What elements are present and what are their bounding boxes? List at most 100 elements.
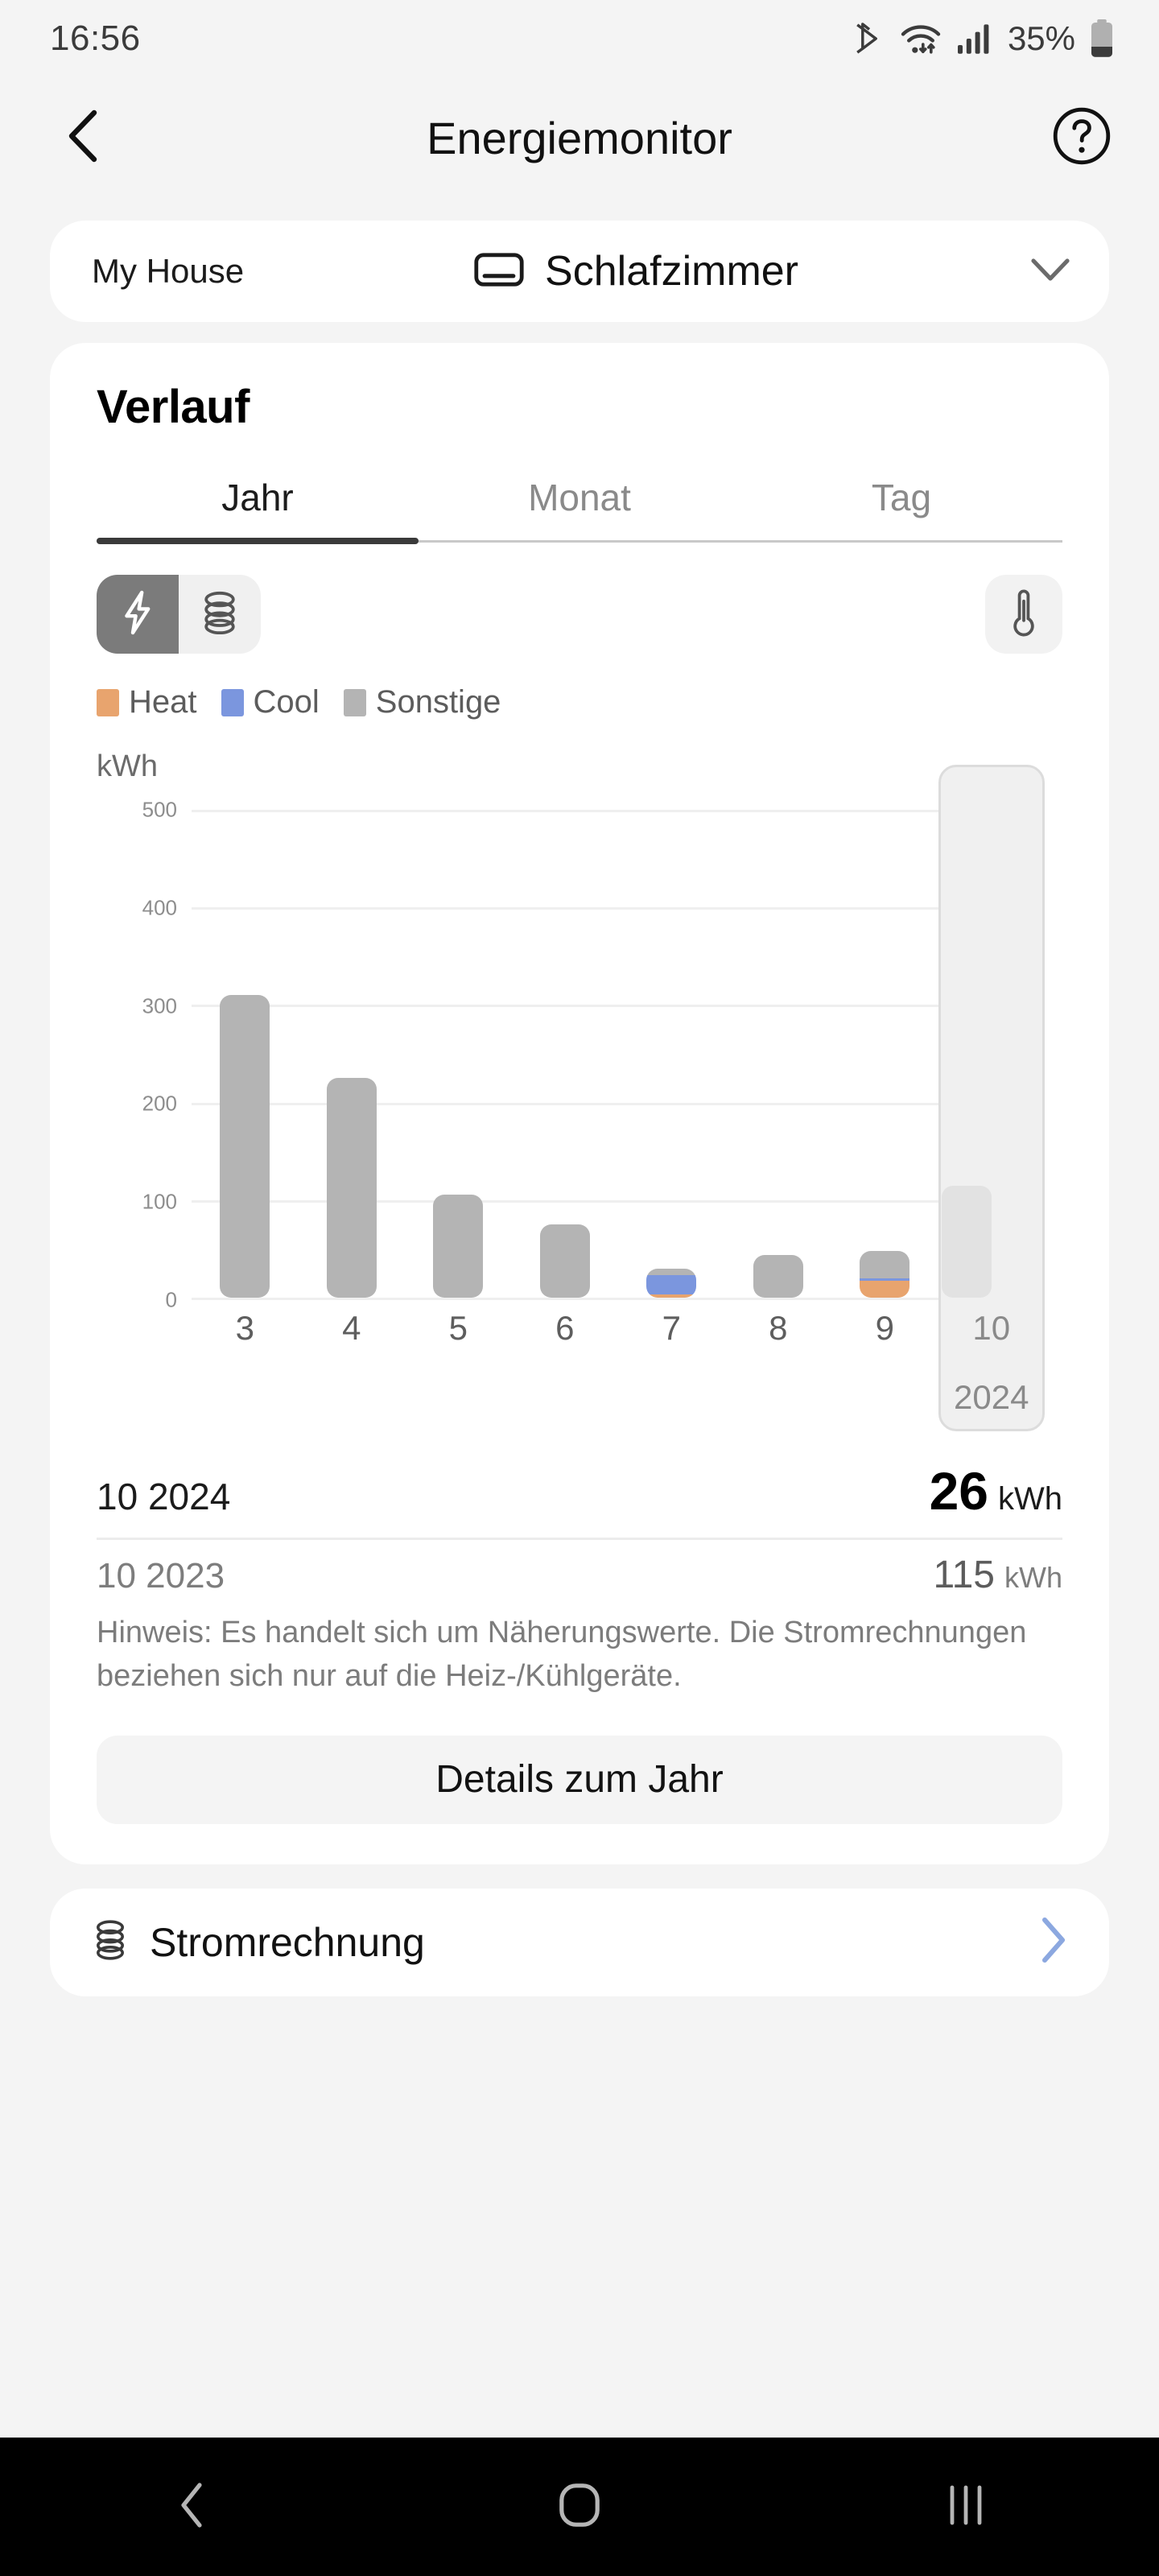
summary-previous-label: 10 2023 <box>97 1556 225 1596</box>
bill-label: Stromrechnung <box>150 1919 425 1965</box>
bar-segment-sonstige <box>539 1224 590 1298</box>
chart-toolbar <box>50 575 1109 654</box>
signal-icon <box>956 23 990 55</box>
summary-current-unit: kWh <box>998 1481 1062 1517</box>
stacked-bar[interactable] <box>539 1224 590 1298</box>
tab-monat[interactable]: Monat <box>419 476 740 540</box>
system-nav-bar <box>0 2438 1159 2576</box>
nav-home-button[interactable] <box>519 2462 640 2551</box>
tab-tag[interactable]: Tag <box>740 476 1062 540</box>
details-button[interactable]: Details zum Jahr <box>97 1735 1062 1824</box>
y-axis-tick: 200 <box>142 1091 177 1116</box>
chart-bar-slot[interactable] <box>299 810 406 1298</box>
electricity-bill-row[interactable]: Stromrechnung <box>50 1888 1109 1996</box>
bar-segment-sonstige <box>860 1250 910 1278</box>
chevron-left-icon <box>60 108 105 168</box>
page-title: Energiemonitor <box>427 112 732 163</box>
legend-item-heat: Heat <box>97 684 197 720</box>
temperature-button[interactable] <box>985 575 1062 654</box>
section-title: Verlauf <box>97 381 250 433</box>
chevron-down-icon[interactable] <box>1029 256 1072 287</box>
back-button[interactable] <box>47 101 119 174</box>
bar-segment-sonstige <box>326 1078 377 1298</box>
x-axis-label[interactable]: 3 <box>192 1298 299 1359</box>
legend-item-sonstige: Sonstige <box>343 684 501 720</box>
bar-segment-sonstige <box>433 1194 484 1298</box>
mode-toggle-group <box>97 575 261 654</box>
legend-label-cool: Cool <box>253 684 320 720</box>
energy-mode-button[interactable] <box>97 575 179 654</box>
room-selector[interactable]: My House Schlafzimmer <box>50 221 1109 322</box>
x-axis-label[interactable]: 8 <box>725 1298 832 1359</box>
stacked-bar[interactable] <box>646 1268 697 1298</box>
bar-segment-sonstige <box>646 1268 697 1276</box>
stacked-bar[interactable] <box>753 1254 803 1298</box>
status-bar: 16:56 35% <box>0 0 1159 77</box>
nav-recents-button[interactable] <box>905 2462 1026 2551</box>
x-axis-label[interactable]: 4 <box>299 1298 406 1359</box>
help-button[interactable] <box>1050 105 1114 170</box>
stacked-bar[interactable] <box>220 995 270 1298</box>
thermometer-icon <box>1010 588 1037 642</box>
chart-bar-slot[interactable] <box>725 810 832 1298</box>
stacked-bar[interactable] <box>860 1250 910 1298</box>
legend-swatch-sonstige <box>343 688 366 716</box>
legend-item-cool: Cool <box>221 684 320 720</box>
chart-bar-slot[interactable] <box>618 810 725 1298</box>
legend-label-sonstige: Sonstige <box>375 684 501 720</box>
chevron-right-icon[interactable] <box>1038 1915 1069 1969</box>
x-axis-label[interactable]: 10 2024 <box>938 1298 1046 1416</box>
nav-home-icon <box>558 2482 601 2533</box>
chart-legend: Heat Cool Sonstige <box>50 684 1109 720</box>
bar-segment-sonstige <box>220 995 270 1298</box>
summary-current-value: 26 <box>929 1461 988 1521</box>
coins-icon <box>200 591 240 638</box>
nav-recents-icon <box>946 2483 986 2532</box>
x-axis-label[interactable]: 5 <box>405 1298 512 1359</box>
house-label: My House <box>92 252 245 290</box>
coins-icon <box>92 1920 129 1964</box>
cost-mode-button[interactable] <box>179 575 261 654</box>
summary-current-label: 10 2024 <box>97 1476 231 1517</box>
legend-swatch-cool <box>221 688 244 716</box>
chart-bar-slot[interactable] <box>938 765 1046 1431</box>
x-axis-year-label: 2024 <box>954 1378 1029 1416</box>
bar-segment-heat <box>860 1281 910 1298</box>
period-tabs: Jahr Monat Tag <box>97 476 1062 544</box>
chart-bar-slot[interactable] <box>831 810 938 1298</box>
nav-back-button[interactable] <box>133 2462 254 2551</box>
chart-bars <box>192 765 1046 1431</box>
lightning-bolt-icon <box>122 590 154 639</box>
y-axis-tick: 500 <box>142 797 177 822</box>
chart-bar-slot[interactable] <box>192 810 299 1298</box>
stacked-bar[interactable] <box>433 1194 484 1298</box>
summary-previous-value: 115 <box>933 1554 995 1596</box>
y-axis-tick: 400 <box>142 895 177 920</box>
history-card: Verlauf Jahr Monat Tag Heat Cool Sonstig… <box>50 343 1109 1864</box>
y-axis-tick: 0 <box>165 1287 177 1312</box>
y-axis-tick: 300 <box>142 993 177 1018</box>
app-screen: 16:56 35% Energiemonitor My House Schlaf… <box>0 0 1159 2576</box>
chart-bar-slot[interactable] <box>512 810 619 1298</box>
legend-label-heat: Heat <box>129 684 197 720</box>
tab-jahr[interactable]: Jahr <box>97 476 419 544</box>
app-header: Energiemonitor <box>0 77 1159 198</box>
status-clock: 16:56 <box>50 19 141 58</box>
wifi-icon <box>900 21 942 56</box>
stacked-bar[interactable] <box>326 1078 377 1298</box>
y-axis-tick: 100 <box>142 1189 177 1214</box>
x-axis-label[interactable]: 9 <box>831 1298 938 1359</box>
x-axis-label[interactable]: 6 <box>512 1298 619 1359</box>
chart-bar-slot[interactable] <box>405 810 512 1298</box>
air-conditioner-icon <box>474 252 524 291</box>
battery-percent: 35% <box>1007 19 1075 57</box>
bluetooth-icon <box>853 20 885 57</box>
summary-current-row: 10 2024 26 kWh <box>97 1460 1062 1540</box>
chart-x-labels: 3 4 5 6 7 8 9 10 2024 <box>192 1298 1046 1416</box>
chart-plot-area: 0 100 200 300 400 500 <box>142 765 1046 1431</box>
energy-bar-chart: 0 100 200 300 400 500 3 4 5 6 7 8 9 10 2024 <box>97 765 1062 1431</box>
status-icons: 35% <box>853 19 1114 58</box>
room-center: Schlafzimmer <box>244 247 1029 295</box>
summary-previous-row: 10 2023 115 kWh <box>97 1553 1062 1597</box>
x-axis-label[interactable]: 7 <box>618 1298 725 1359</box>
